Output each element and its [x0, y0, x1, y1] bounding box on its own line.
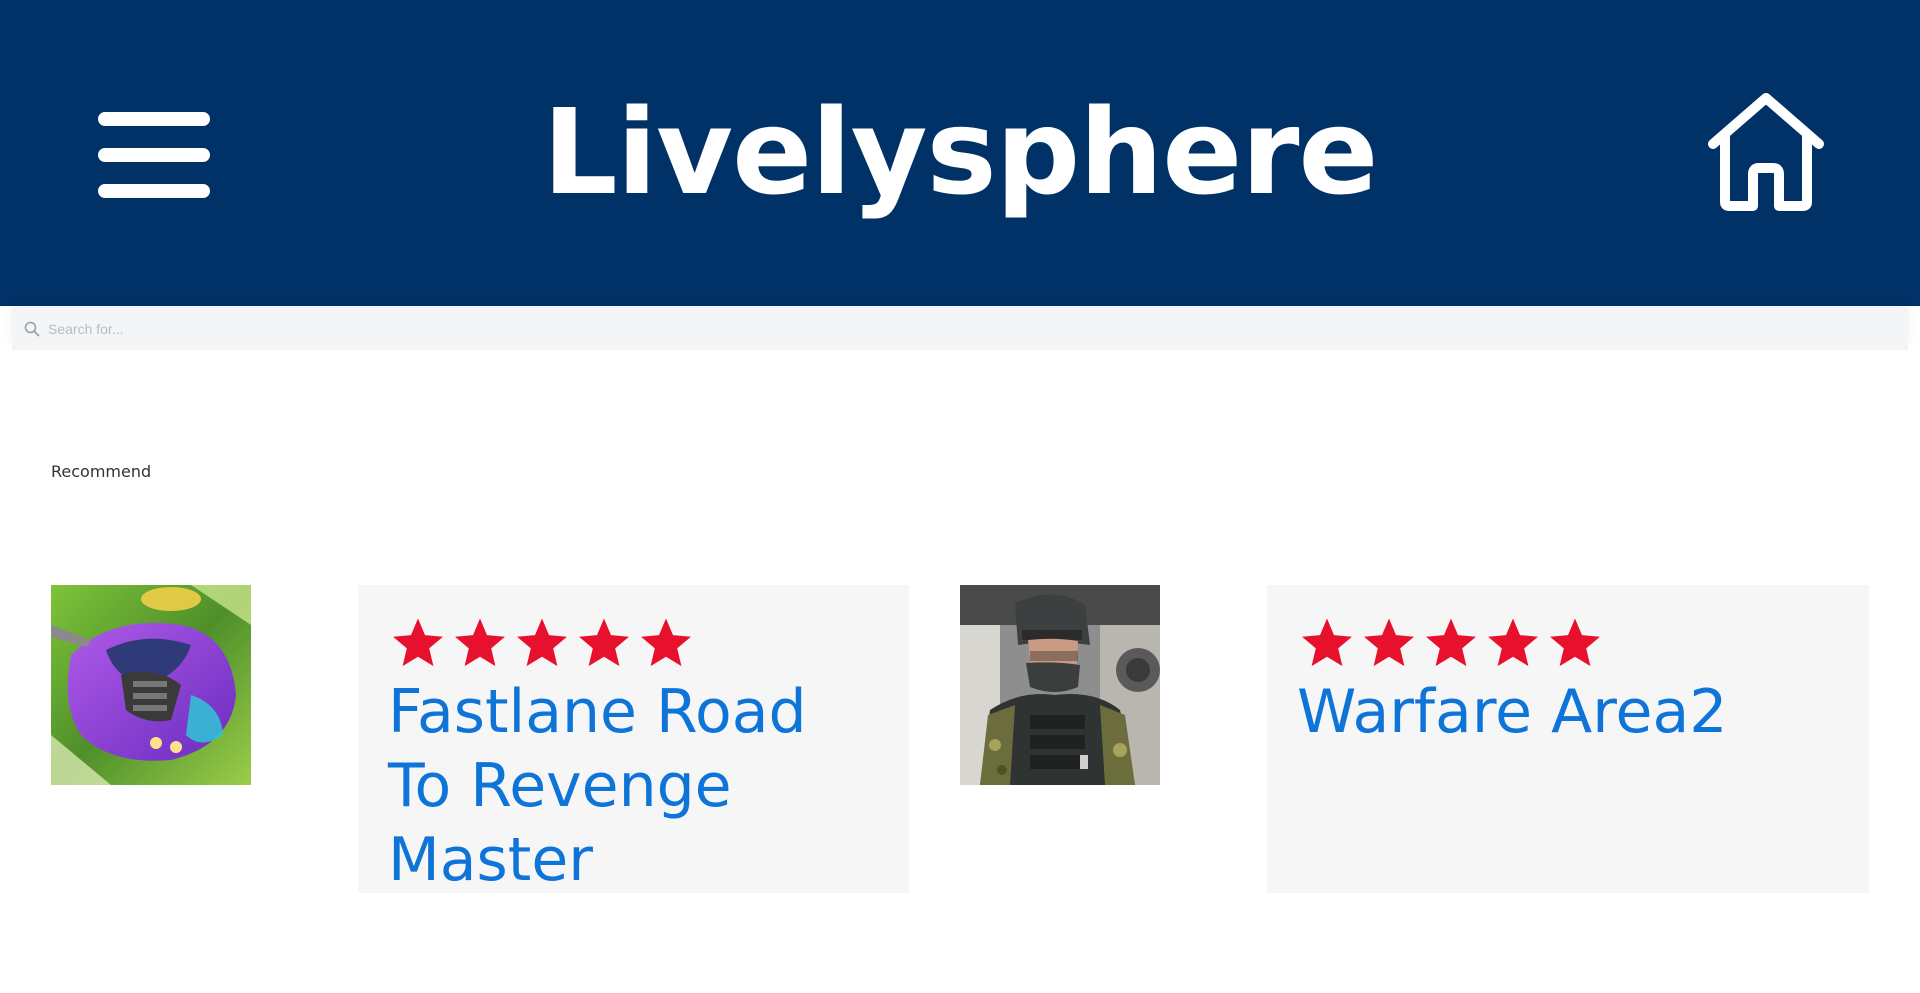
- search-icon: [24, 321, 40, 337]
- game-title-link[interactable]: Fastlane Road To Revenge Master: [388, 675, 885, 897]
- rating-stars: [1299, 615, 1603, 671]
- star-icon: [455, 618, 505, 667]
- star-icon: [517, 618, 567, 667]
- star-icon: [1426, 618, 1476, 667]
- search-input[interactable]: [46, 314, 1886, 344]
- star-icon: [1550, 618, 1600, 667]
- game-title-link[interactable]: Warfare Area2: [1297, 675, 1845, 749]
- racing-car-image: [51, 585, 251, 785]
- rating-stars: [390, 615, 694, 671]
- game-thumbnail-warfare[interactable]: [960, 585, 1160, 785]
- search-bar: [12, 308, 1908, 350]
- game-thumbnail-fastlane[interactable]: [51, 585, 251, 785]
- section-heading-recommend: Recommend: [51, 462, 152, 481]
- star-icon: [579, 618, 629, 667]
- star-icon: [1488, 618, 1538, 667]
- star-icon: [1302, 618, 1352, 667]
- star-icon: [641, 618, 691, 667]
- star-icon: [393, 618, 443, 667]
- game-card-fastlane[interactable]: Fastlane Road To Revenge Master: [358, 585, 909, 895]
- star-icon: [1364, 618, 1414, 667]
- site-title[interactable]: Livelysphere: [0, 82, 1920, 222]
- soldier-image: [960, 585, 1160, 785]
- home-icon[interactable]: [1707, 92, 1825, 212]
- site-header: Livelysphere: [0, 0, 1920, 306]
- game-card-warfare[interactable]: Warfare Area2: [1267, 585, 1869, 893]
